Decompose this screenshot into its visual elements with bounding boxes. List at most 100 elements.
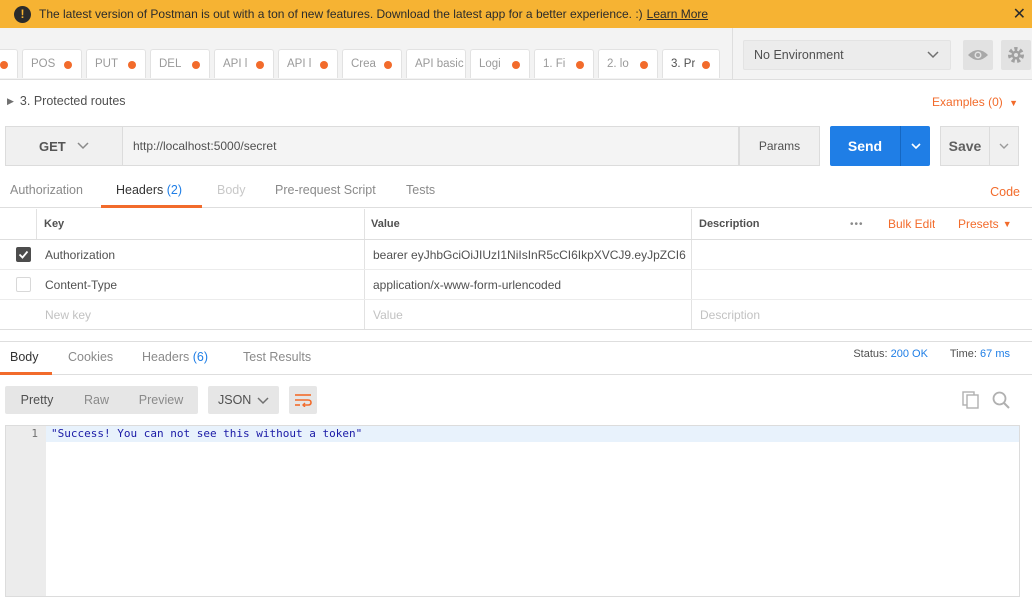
tab-label: API basic <box>415 58 464 70</box>
response-view-toggle: Pretty Raw Preview <box>5 386 198 414</box>
wrap-lines-button[interactable] <box>289 386 317 414</box>
caret-down-icon: ▼ <box>1009 98 1018 108</box>
new-description-input[interactable]: Description <box>700 300 760 329</box>
more-options-icon[interactable]: ••• <box>850 209 864 239</box>
table-header-row: Key Value Description ••• Bulk Edit Pres… <box>0 209 1032 240</box>
examples-dropdown[interactable]: Examples (0) ▼ <box>932 95 1018 109</box>
request-tab[interactable]: API l <box>278 49 338 78</box>
tab-label: Crea <box>351 58 376 70</box>
format-select[interactable]: JSON <box>208 386 279 414</box>
header-key-cell[interactable]: Authorization <box>45 240 115 269</box>
tab-response-headers-label: Headers <box>142 350 190 364</box>
response-body-content: "Success! You can not see this without a… <box>51 427 363 440</box>
method-select[interactable]: GET <box>5 126 122 166</box>
request-tab[interactable]: Crea <box>342 49 402 78</box>
response-meta: Status: 200 OK Time: 67 ms <box>853 348 1010 360</box>
params-button[interactable]: Params <box>739 126 820 166</box>
url-input[interactable]: http://localhost:5000/secret <box>122 126 739 166</box>
unsaved-dot-icon <box>128 61 136 69</box>
method-value: GET <box>39 138 66 154</box>
status-label: Status: <box>853 348 888 360</box>
request-tab[interactable]: PUT <box>86 49 146 78</box>
active-tab-indicator <box>101 205 202 208</box>
checkbox-checked-icon <box>16 247 31 262</box>
headers-table: Key Value Description ••• Bulk Edit Pres… <box>0 209 1032 330</box>
column-divider <box>36 209 37 239</box>
unsaved-dot-icon <box>384 61 392 69</box>
header-value-cell[interactable]: application/x-www-form-urlencoded <box>373 270 687 299</box>
tab-label: Logi <box>479 58 501 70</box>
tab-response-body[interactable]: Body <box>10 350 39 364</box>
row-checkbox[interactable] <box>16 240 31 269</box>
examples-label: Examples (0) <box>932 95 1003 109</box>
unsaved-dot-icon <box>0 61 8 69</box>
send-button[interactable]: Send <box>830 126 900 166</box>
presets-dropdown[interactable]: Presets ▼ <box>958 209 1012 239</box>
request-tab[interactable]: API l <box>214 49 274 78</box>
header-value-cell[interactable]: bearer eyJhbGciOiJIUzI1NiIsInR5cCI6IkpXV… <box>373 240 687 269</box>
request-tab[interactable]: API basic <box>406 49 466 78</box>
save-button[interactable]: Save <box>940 126 990 166</box>
column-divider <box>691 300 692 329</box>
bulk-edit-link[interactable]: Bulk Edit <box>888 209 935 239</box>
request-name-row: ▶ 3. Protected routes Examples (0) ▼ <box>0 82 1032 122</box>
table-row: Content-Type application/x-www-form-urle… <box>0 270 1032 300</box>
response-body-editor[interactable]: 1 "Success! You can not see this without… <box>5 425 1020 597</box>
column-header-description: Description <box>699 218 760 230</box>
pretty-button[interactable]: Pretty <box>5 386 69 414</box>
environment-quick-look-button[interactable] <box>963 40 993 70</box>
code-link[interactable]: Code <box>990 185 1020 199</box>
chevron-down-icon <box>999 143 1009 149</box>
send-options-button[interactable] <box>900 126 930 166</box>
gear-icon <box>1008 47 1024 63</box>
new-key-input[interactable]: New key <box>45 300 91 329</box>
tab-label: 1. Fi <box>543 58 566 70</box>
unsaved-dot-icon <box>512 61 520 69</box>
tab-pre-request-script[interactable]: Pre-request Script <box>275 183 376 197</box>
close-icon[interactable]: ✕ <box>1013 4 1026 24</box>
response-section-tabs: Body Cookies Headers (6) Test Results St… <box>0 341 1032 375</box>
learn-more-link[interactable]: Learn More <box>647 7 708 21</box>
request-name[interactable]: ▶ 3. Protected routes <box>7 94 126 108</box>
request-tab-active[interactable]: 3. Pr <box>662 49 720 78</box>
tab-test-results[interactable]: Test Results <box>243 350 311 364</box>
chevron-down-icon <box>927 51 939 59</box>
tab-headers[interactable]: Headers (2) <box>116 183 182 197</box>
presets-label: Presets <box>958 217 999 231</box>
manage-environments-button[interactable] <box>1001 40 1031 70</box>
tab-tests[interactable]: Tests <box>406 183 435 197</box>
checkbox-unchecked-icon <box>16 277 31 292</box>
request-tab[interactable]: POS <box>22 49 82 78</box>
header-key-cell[interactable]: Content-Type <box>45 270 117 299</box>
tab-headers-label: Headers <box>116 183 164 197</box>
request-tab[interactable]: Logi <box>470 49 530 78</box>
chevron-down-icon <box>257 397 269 405</box>
tab-label: PUT <box>95 58 118 70</box>
unsaved-dot-icon <box>192 61 200 69</box>
eye-icon <box>968 50 988 60</box>
copy-icon[interactable] <box>961 390 981 413</box>
new-value-input[interactable]: Value <box>373 300 403 329</box>
request-section-tabs: Authorization Headers (2) Body Pre-reque… <box>0 176 1032 208</box>
raw-button[interactable]: Raw <box>69 386 124 414</box>
search-icon[interactable] <box>991 390 1011 413</box>
request-tab[interactable]: DEL <box>150 49 210 78</box>
tab-body[interactable]: Body <box>217 183 246 197</box>
time-value: 67 ms <box>980 348 1010 360</box>
request-tab[interactable]: 1. Fi <box>534 49 594 78</box>
tab-cookies[interactable]: Cookies <box>68 350 113 364</box>
request-tab[interactable]: 2. lo <box>598 49 658 78</box>
tab-label: DEL <box>159 58 182 70</box>
tab-authorization[interactable]: Authorization <box>10 183 83 197</box>
unsaved-dot-icon <box>320 61 328 69</box>
tab-label: 2. lo <box>607 58 629 70</box>
column-divider <box>364 240 365 269</box>
column-divider <box>364 300 365 329</box>
environment-select[interactable]: No Environment <box>743 40 951 70</box>
request-tab[interactable] <box>0 49 18 78</box>
tab-response-headers[interactable]: Headers (6) <box>142 350 208 364</box>
unsaved-dot-icon <box>640 61 648 69</box>
preview-button[interactable]: Preview <box>124 386 198 414</box>
row-checkbox[interactable] <box>16 270 31 299</box>
save-options-button[interactable] <box>990 126 1019 166</box>
